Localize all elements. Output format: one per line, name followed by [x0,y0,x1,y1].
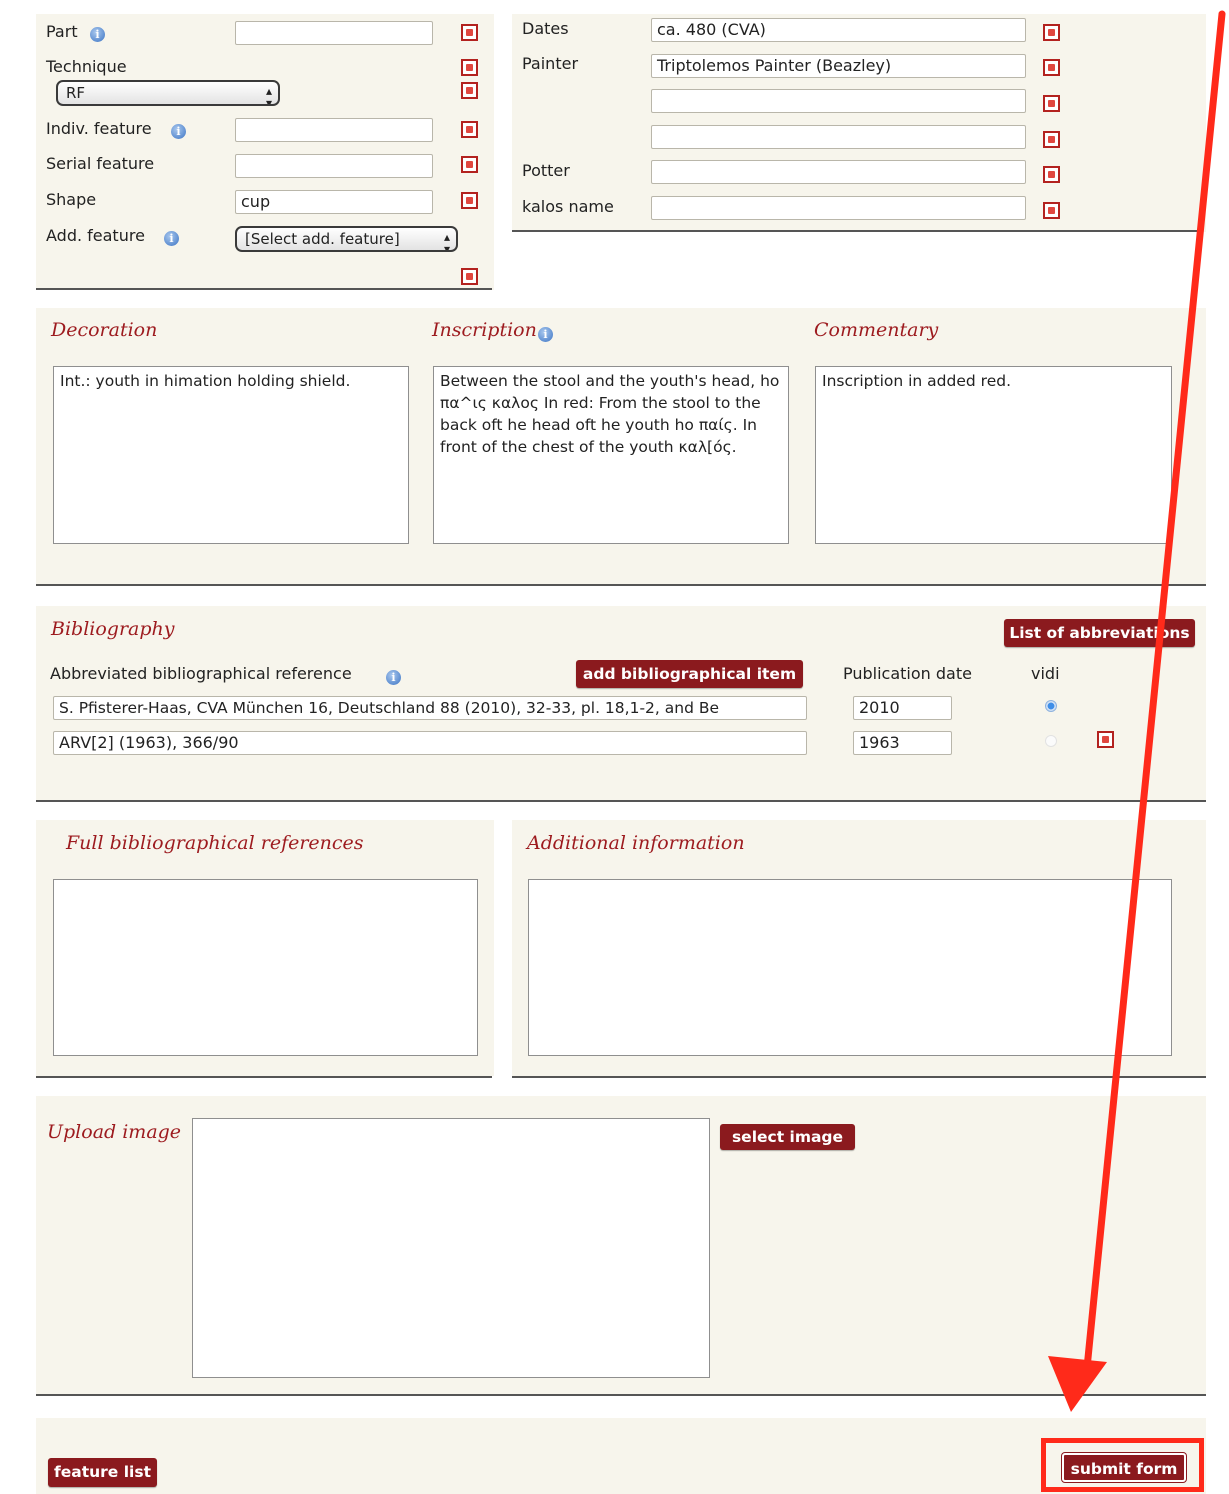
potter-label: Potter [522,161,570,180]
divider [512,1076,1206,1078]
potter-input[interactable] [651,160,1026,184]
delete-icon[interactable] [1043,131,1060,148]
kalos-input[interactable] [651,196,1026,220]
additional-info-textarea[interactable] [528,879,1172,1056]
divider [36,1394,1206,1396]
bib-ref-input[interactable]: ARV[2] (1963), 366/90 [53,731,807,755]
technique-value: RF [66,84,86,102]
updown-icon: ▴ ▾ [443,230,450,252]
painter-label: Painter [522,54,579,73]
select-image-button[interactable]: select image [720,1124,855,1150]
divider [36,1076,492,1078]
footer-panel [36,1418,1206,1494]
upload-image-title: Upload image [47,1121,182,1143]
add-feature-label: Add. feature [46,226,145,245]
painter-input-3[interactable] [651,125,1026,149]
decoration-textarea[interactable]: Int.: youth in himation holding shield. [53,366,409,544]
painter-input-2[interactable] [651,89,1026,113]
full-references-textarea[interactable] [53,879,478,1056]
delete-icon[interactable] [461,121,478,138]
technique-select[interactable]: RF ▴ ▾ [56,80,280,106]
delete-icon[interactable] [1043,59,1060,76]
part-input[interactable] [235,21,433,45]
feature-list-button[interactable]: feature list [48,1458,157,1487]
commentary-textarea[interactable]: Inscription in added red. [815,366,1172,544]
divider [36,800,1206,802]
add-bibliographical-item-button[interactable]: add bibliographical item [576,660,803,688]
info-icon[interactable]: i [164,231,179,246]
info-icon[interactable]: i [386,670,401,685]
add-feature-select[interactable]: [Select add. feature] ▴ ▾ [235,226,458,252]
info-icon[interactable]: i [171,124,186,139]
delete-icon[interactable] [1043,202,1060,219]
dates-input[interactable]: ca. 480 (CVA) [651,18,1026,42]
submit-form-button[interactable]: submit form [1062,1453,1186,1482]
inscription-textarea[interactable]: Between the stool and the youth's head, … [433,366,789,544]
divider [36,584,1206,586]
add-feature-value: [Select add. feature] [245,230,400,248]
list-of-abbreviations-button[interactable]: List of abbreviations [1004,619,1195,647]
delete-icon[interactable] [461,24,478,41]
commentary-title: Commentary [814,319,939,341]
dates-label: Dates [522,19,569,38]
delete-icon[interactable] [1097,731,1114,748]
bib-date-input[interactable]: 2010 [853,696,952,720]
divider [512,230,1198,232]
ref-header: Abbreviated bibliographical reference [50,664,352,683]
delete-icon[interactable] [461,59,478,76]
delete-icon[interactable] [1043,24,1060,41]
kalos-label: kalos name [522,197,614,216]
delete-icon[interactable] [461,156,478,173]
pubdate-header: Publication date [843,664,972,683]
bib-ref-input[interactable]: S. Pfisterer-Haas, CVA München 16, Deuts… [53,696,807,720]
vidi-radio[interactable] [1045,735,1057,747]
delete-icon[interactable] [1043,166,1060,183]
divider [36,288,492,290]
additional-info-title: Additional information [527,832,745,854]
indiv-feature-label: Indiv. feature [46,119,152,138]
bib-date-input[interactable]: 1963 [853,731,952,755]
decoration-title: Decoration [51,319,158,341]
delete-icon[interactable] [461,192,478,209]
serial-feature-input[interactable] [235,154,433,178]
delete-icon[interactable] [461,268,478,285]
part-label: Part [46,22,78,41]
serial-feature-label: Serial feature [46,154,155,173]
image-drop-area[interactable] [192,1118,710,1378]
shape-input[interactable]: cup [235,190,433,214]
vidi-header: vidi [1031,664,1060,683]
indiv-feature-input[interactable] [235,118,433,142]
info-icon[interactable]: i [538,327,553,342]
inscription-title: Inscription [432,319,537,341]
shape-label: Shape [46,190,97,209]
info-icon[interactable]: i [90,27,105,42]
updown-icon: ▴ ▾ [265,84,272,106]
delete-icon[interactable] [1043,95,1060,112]
delete-icon[interactable] [461,82,478,99]
bibliography-title: Bibliography [51,618,175,640]
painter-input[interactable]: Triptolemos Painter (Beazley) [651,54,1026,78]
technique-label: Technique [46,57,127,76]
vidi-radio-checked[interactable] [1045,700,1057,712]
full-references-title: Full bibliographical references [66,832,364,854]
